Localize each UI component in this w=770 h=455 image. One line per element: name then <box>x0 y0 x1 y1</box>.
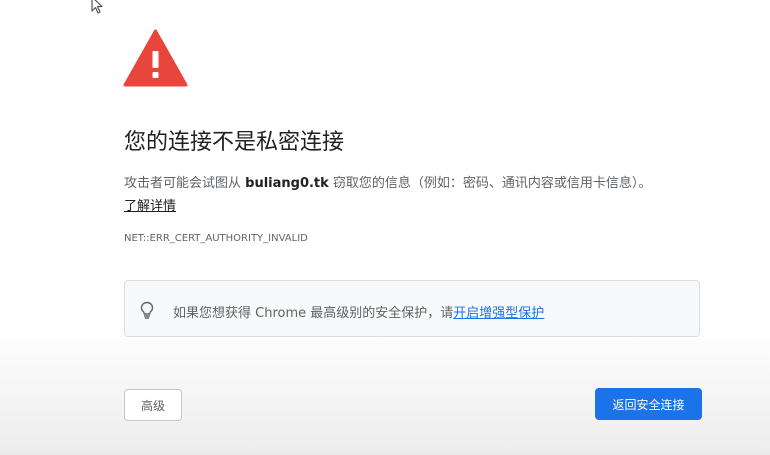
enhanced-protection-message: 如果您想获得 Chrome 最高级别的安全保护，请 <box>173 306 454 321</box>
hostname: buliang0.tk <box>245 176 329 191</box>
description-suffix: 窃取您的信息（例如：密码、通讯内容或信用卡信息）。 <box>328 176 652 191</box>
warning-triangle-icon <box>123 29 188 87</box>
advanced-button[interactable]: 高级 <box>124 389 182 421</box>
back-to-safety-button[interactable]: 返回安全连接 <box>595 388 702 420</box>
learn-more-link[interactable]: 了解详情 <box>124 195 176 214</box>
ssl-interstitial-page: 您的连接不是私密连接 攻击者可能会试图从 buliang0.tk 窃取您的信息（… <box>0 0 770 455</box>
enable-enhanced-protection-link[interactable]: 开启增强型保护 <box>453 306 544 321</box>
enhanced-protection-text: 如果您想获得 Chrome 最高级别的安全保护，请开启增强型保护 <box>173 302 544 321</box>
warning-description: 攻击者可能会试图从 buliang0.tk 窃取您的信息（例如：密码、通讯内容或… <box>124 172 651 191</box>
description-prefix: 攻击者可能会试图从 <box>124 176 246 191</box>
enhanced-protection-box: 如果您想获得 Chrome 最高级别的安全保护，请开启增强型保护 <box>124 280 700 337</box>
mouse-cursor-icon <box>91 0 103 14</box>
error-code: NET::ERR_CERT_AUTHORITY_INVALID <box>124 233 308 244</box>
lightbulb-icon <box>140 301 154 319</box>
page-title: 您的连接不是私密连接 <box>124 130 345 155</box>
